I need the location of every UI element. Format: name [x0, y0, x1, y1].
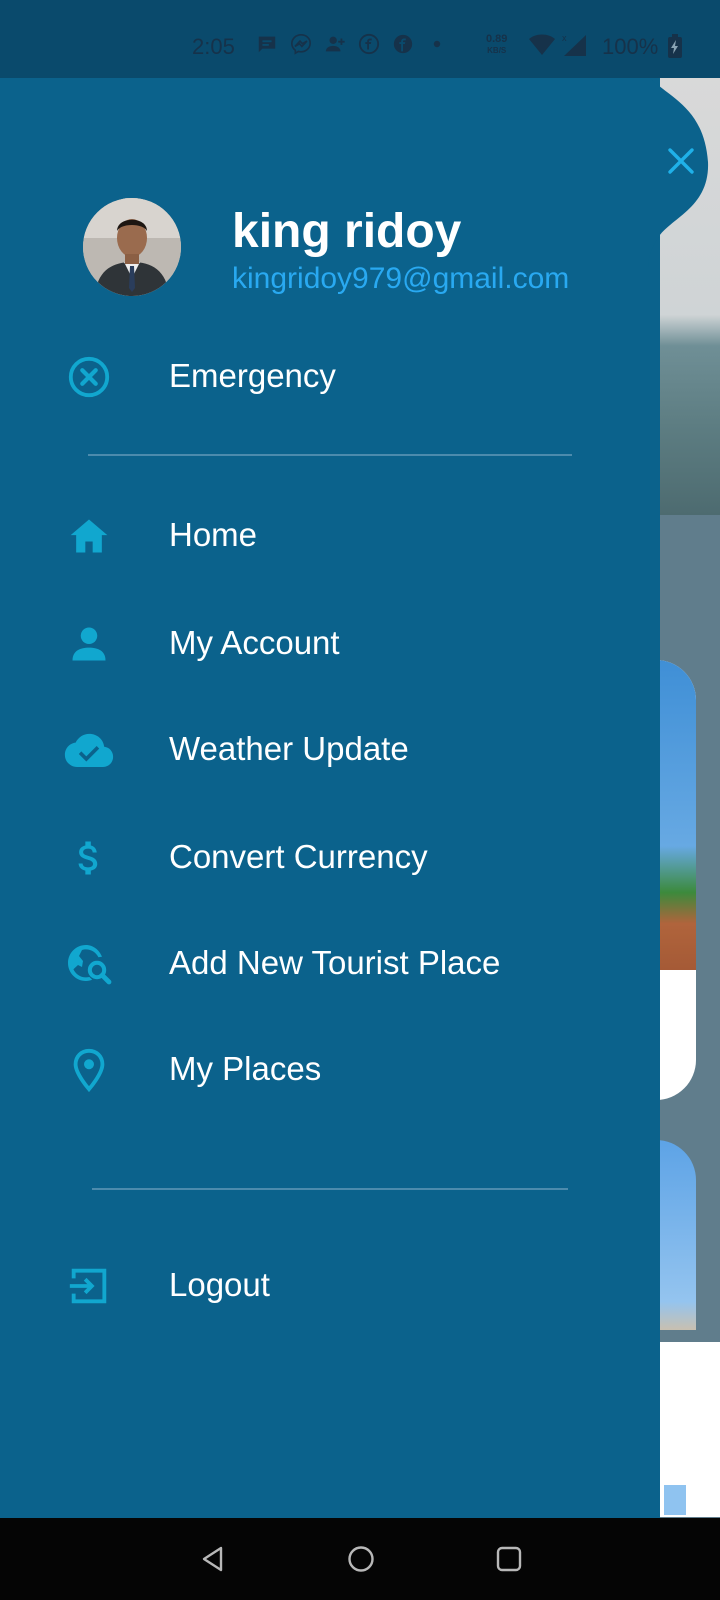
menu-item-convert-currency[interactable]: Convert Currency: [0, 818, 640, 898]
menu-item-label: Add New Tourist Place: [169, 944, 501, 981]
logout-icon: [64, 1264, 114, 1308]
dollar-icon: [64, 836, 114, 880]
add-user-icon: [324, 33, 346, 55]
menu-item-label: Weather Update: [169, 730, 409, 767]
travel-explore-icon: [64, 942, 114, 986]
person-icon: [64, 622, 114, 666]
speed-unit: KB/S: [487, 46, 507, 55]
menu-item-label: Convert Currency: [169, 838, 428, 875]
battery-percent: 100%: [602, 34, 659, 59]
user-name: king ridoy: [232, 205, 462, 258]
wifi-icon: [529, 34, 555, 61]
system-navigation-bar: [0, 1518, 720, 1600]
background-button: [664, 1485, 686, 1515]
message-icon: [256, 33, 278, 55]
notification-icons: [256, 33, 448, 55]
menu-item-label: My Places: [169, 1050, 322, 1087]
back-button[interactable]: [198, 1544, 228, 1574]
menu-item-weather-update[interactable]: Weather Update: [0, 710, 640, 790]
home-button[interactable]: [346, 1544, 376, 1574]
menu-item-my-places[interactable]: My Places: [0, 1030, 640, 1110]
signal-icon: x: [560, 33, 588, 62]
menu-item-label: Logout: [169, 1266, 270, 1303]
battery-charging-icon: [667, 34, 683, 63]
menu-item-logout[interactable]: Logout: [0, 1246, 640, 1326]
cancel-circle-icon: [64, 355, 114, 399]
menu-item-label: Emergency: [169, 357, 336, 394]
user-email: kingridoy979@gmail.com: [232, 262, 570, 295]
messenger-icon: [290, 33, 312, 55]
menu-item-label: Home: [169, 516, 258, 553]
menu-item-add-new-tourist-place[interactable]: Add New Tourist Place: [0, 924, 640, 1004]
status-time: 2:05: [192, 34, 235, 59]
svg-text:x: x: [562, 33, 567, 43]
close-drawer-button[interactable]: [666, 146, 696, 176]
recents-button[interactable]: [494, 1544, 524, 1574]
facebook-icon: [392, 33, 414, 55]
menu-item-home[interactable]: Home: [0, 496, 640, 576]
menu-item-emergency[interactable]: Emergency: [0, 337, 640, 417]
network-speed: 0.89 KB/S: [486, 34, 507, 56]
user-avatar[interactable]: [83, 198, 181, 296]
menu-item-label: My Account: [169, 624, 340, 661]
divider: [92, 1188, 568, 1190]
dot-icon: [426, 33, 448, 55]
home-icon: [64, 514, 114, 558]
facebook-outline-icon: [358, 33, 380, 55]
cloud-check-icon: [64, 728, 114, 772]
status-bar: 2:05 0.89 KB/S x 100%: [0, 0, 720, 78]
location-pin-icon: [64, 1048, 114, 1093]
menu-item-my-account[interactable]: My Account: [0, 604, 640, 684]
divider: [88, 454, 572, 456]
speed-value: 0.89: [486, 33, 508, 45]
